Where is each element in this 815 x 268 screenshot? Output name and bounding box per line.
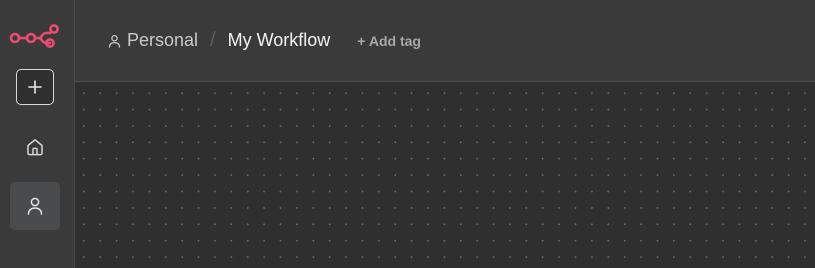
- n8n-logo-icon[interactable]: [9, 21, 59, 51]
- main-area: Personal / My Workflow + Add tag: [75, 0, 815, 268]
- add-new-button[interactable]: [16, 69, 54, 105]
- breadcrumb: Personal / My Workflow: [108, 29, 330, 52]
- workflow-editor: Personal / My Workflow + Add tag: [0, 0, 815, 268]
- breadcrumb-project-label: Personal: [127, 30, 199, 50]
- sidebar: [0, 0, 75, 268]
- add-tag-button[interactable]: + Add tag: [357, 33, 421, 49]
- home-icon: [27, 139, 43, 156]
- plus-icon: [28, 80, 42, 94]
- user-icon: [108, 34, 121, 48]
- sidebar-item-personal[interactable]: [10, 182, 60, 230]
- workflow-name[interactable]: My Workflow: [228, 30, 331, 51]
- workflow-header: Personal / My Workflow + Add tag: [75, 0, 815, 82]
- breadcrumb-project[interactable]: Personal: [108, 30, 198, 51]
- user-icon: [27, 197, 43, 215]
- breadcrumb-separator: /: [210, 29, 216, 51]
- workflow-canvas[interactable]: [75, 82, 815, 268]
- sidebar-item-home[interactable]: [10, 128, 60, 166]
